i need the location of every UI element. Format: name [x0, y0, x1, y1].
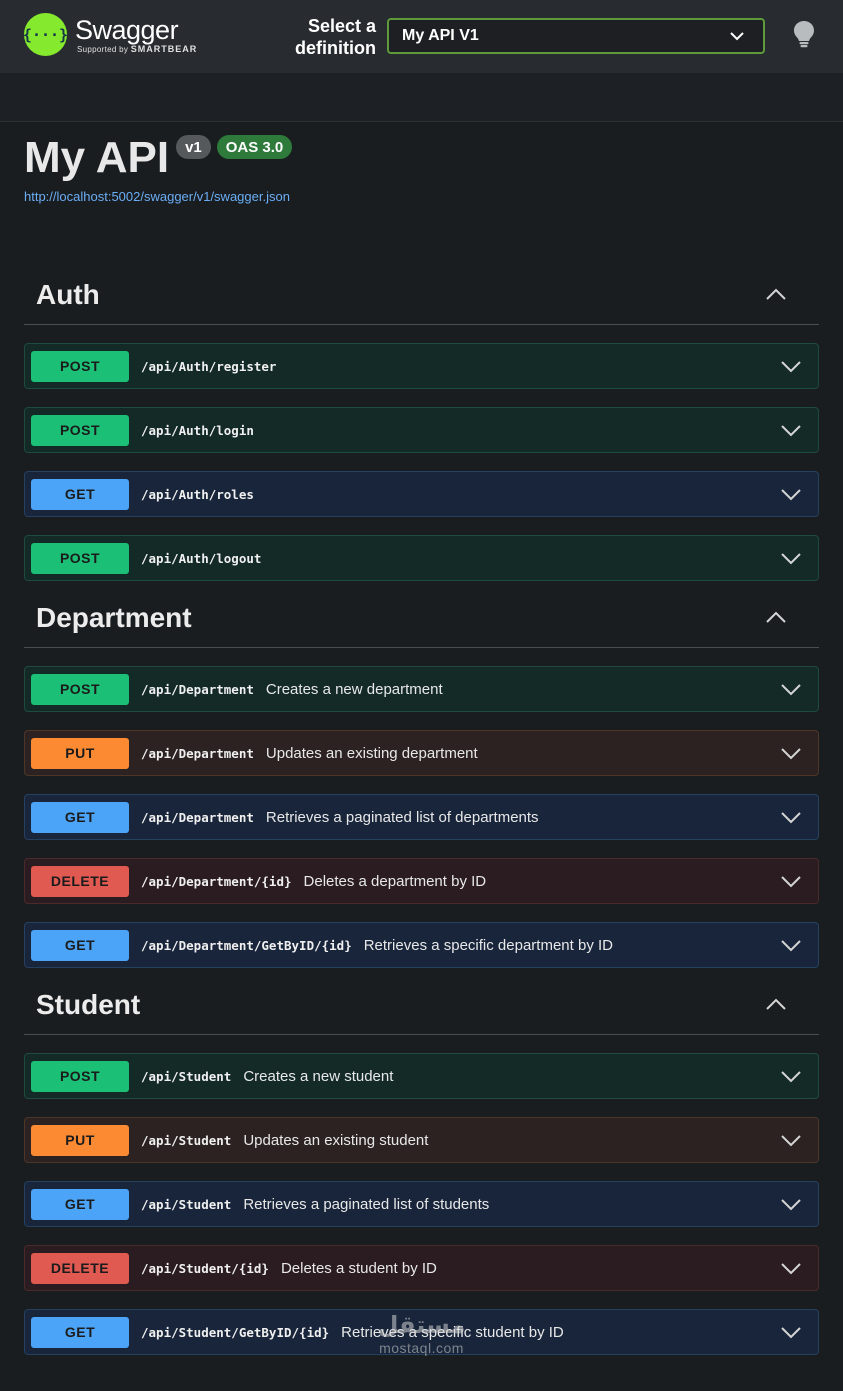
- method-badge: DELETE: [31, 865, 129, 897]
- operation-path: /api/Auth/register: [141, 358, 277, 374]
- operation-path: /api/Department: [141, 809, 254, 825]
- operation-path: /api/Student/GetByID/{id}: [141, 1324, 330, 1340]
- sub-bar: [0, 73, 843, 122]
- operation-summary: Deletes a student by ID: [280, 1259, 437, 1277]
- chevron-down-icon: [781, 489, 801, 501]
- chevron-up-icon[interactable]: [765, 287, 787, 301]
- method-badge: POST: [31, 542, 129, 574]
- select-definition-label: Select a definition: [295, 16, 376, 58]
- method-badge: GET: [31, 801, 129, 833]
- section-department: Department POST/api/Department Creates a n…: [24, 588, 819, 968]
- chevron-down-icon: [730, 32, 744, 41]
- chevron-up-icon[interactable]: [765, 610, 787, 624]
- operation-row[interactable]: GET/api/Auth/roles: [24, 471, 819, 517]
- operation-summary: Retrieves a paginated list of department…: [265, 808, 539, 826]
- operation-path: /api/Department: [141, 745, 254, 761]
- method-badge: GET: [31, 1316, 129, 1348]
- logo-text: Swagger Supported by SMARTBEAR: [75, 16, 197, 54]
- logo-name: Swagger: [75, 14, 179, 45]
- method-badge: POST: [31, 350, 129, 382]
- top-bar: {···} Swagger Supported by SMARTBEAR Sel…: [0, 0, 843, 73]
- operation-path: /api/Auth/logout: [141, 550, 262, 566]
- operation-row[interactable]: DELETE/api/Department/{id} Deletes a depa…: [24, 858, 819, 904]
- operation-row[interactable]: DELETE/api/Student/{id} Deletes a student…: [24, 1245, 819, 1291]
- section-header[interactable]: Auth: [24, 265, 819, 325]
- method-badge: GET: [31, 478, 129, 510]
- operation-path: /api/Department: [141, 681, 254, 697]
- chevron-down-icon: [781, 812, 801, 824]
- operation-summary: Creates a new student: [243, 1067, 394, 1085]
- lightbulb-icon[interactable]: [793, 20, 815, 48]
- operation-summary: Retrieves a paginated list of students: [243, 1195, 490, 1213]
- method-badge: POST: [31, 673, 129, 705]
- operation-row[interactable]: PUT/api/Department Updates an existing de…: [24, 730, 819, 776]
- operation-row[interactable]: GET/api/Department/GetByID/{id} Retrieves…: [24, 922, 819, 968]
- method-badge: GET: [31, 929, 129, 961]
- operation-summary: Retrieves a specific department by ID: [363, 936, 613, 954]
- chevron-down-icon: [781, 1199, 801, 1211]
- chevron-down-icon: [781, 940, 801, 952]
- operation-row[interactable]: GET/api/Department Retrieves a paginated …: [24, 794, 819, 840]
- section-title: Department: [36, 601, 192, 633]
- swagger-logo-icon: {···}: [23, 13, 68, 56]
- operation-summary: Updates an existing department: [265, 744, 478, 762]
- method-badge: PUT: [31, 737, 129, 769]
- chevron-down-icon: [781, 748, 801, 760]
- chevron-down-icon: [781, 553, 801, 565]
- definition-select[interactable]: My API V1: [387, 18, 765, 54]
- operation-summary: Deletes a department by ID: [303, 872, 487, 890]
- method-badge: PUT: [31, 1124, 129, 1156]
- operation-summary: Creates a new department: [265, 680, 443, 698]
- operation-path: /api/Student: [141, 1132, 232, 1148]
- method-badge: POST: [31, 1060, 129, 1092]
- operation-path: /api/Auth/login: [141, 422, 254, 438]
- logo-supported-by: Supported by SMARTBEAR: [77, 43, 198, 54]
- operation-path: /api/Auth/roles: [141, 486, 254, 502]
- operation-row[interactable]: POST/api/Auth/login: [24, 407, 819, 453]
- operation-row[interactable]: GET/api/Student/GetByID/{id} Retrieves a …: [24, 1309, 819, 1355]
- operation-row[interactable]: POST/api/Student Creates a new student: [24, 1053, 819, 1099]
- swagger-logo[interactable]: {···} Swagger Supported by SMARTBEAR: [23, 13, 197, 56]
- operation-path: /api/Student: [141, 1068, 232, 1084]
- operation-path: /api/Department/{id}: [141, 873, 292, 889]
- operation-path: /api/Student: [141, 1196, 232, 1212]
- spec-url-link[interactable]: http://localhost:5002/swagger/v1/swagger…: [24, 189, 292, 204]
- api-info: My API v1 OAS 3.0 http://localhost:5002/…: [24, 132, 293, 204]
- operation-path: /api/Student/{id}: [141, 1260, 269, 1276]
- operation-row[interactable]: POST/api/Department Creates a new departm…: [24, 666, 819, 712]
- chevron-down-icon: [781, 1071, 801, 1083]
- section-title: Student: [36, 988, 141, 1020]
- operation-row[interactable]: PUT/api/Student Updates an existing stude…: [24, 1117, 819, 1163]
- method-badge: DELETE: [31, 1252, 129, 1284]
- method-badge: POST: [31, 414, 129, 446]
- chevron-down-icon: [781, 1263, 801, 1275]
- chevron-down-icon: [781, 1327, 801, 1339]
- operation-path: /api/Department/GetByID/{id}: [141, 937, 352, 953]
- selected-definition: My API V1: [402, 27, 479, 44]
- method-badge: GET: [31, 1188, 129, 1220]
- version-badge: v1: [176, 135, 211, 159]
- section-header[interactable]: Department: [24, 588, 819, 648]
- operation-row[interactable]: GET/api/Student Retrieves a paginated lis…: [24, 1181, 819, 1227]
- chevron-down-icon: [781, 361, 801, 373]
- chevron-up-icon[interactable]: [765, 997, 787, 1011]
- chevron-down-icon: [781, 684, 801, 696]
- logo-brand: SMARTBEAR: [130, 43, 198, 54]
- oas-badge: OAS 3.0: [216, 135, 293, 159]
- chevron-down-icon: [781, 876, 801, 888]
- operation-row[interactable]: POST/api/Auth/register: [24, 343, 819, 389]
- chevron-down-icon: [781, 425, 801, 437]
- section-auth: Auth POST/api/Auth/register POST/api/Auth/…: [24, 265, 819, 581]
- section-student: Student POST/api/Student Creates a new stu…: [24, 975, 819, 1355]
- operation-row[interactable]: POST/api/Auth/logout: [24, 535, 819, 581]
- section-title: Auth: [36, 278, 100, 310]
- chevron-down-icon: [781, 1135, 801, 1147]
- section-header[interactable]: Student: [24, 975, 819, 1035]
- page-title: My API: [24, 133, 170, 182]
- operation-summary: Updates an existing student: [243, 1131, 429, 1149]
- operation-summary: Retrieves a specific student by ID: [341, 1323, 564, 1341]
